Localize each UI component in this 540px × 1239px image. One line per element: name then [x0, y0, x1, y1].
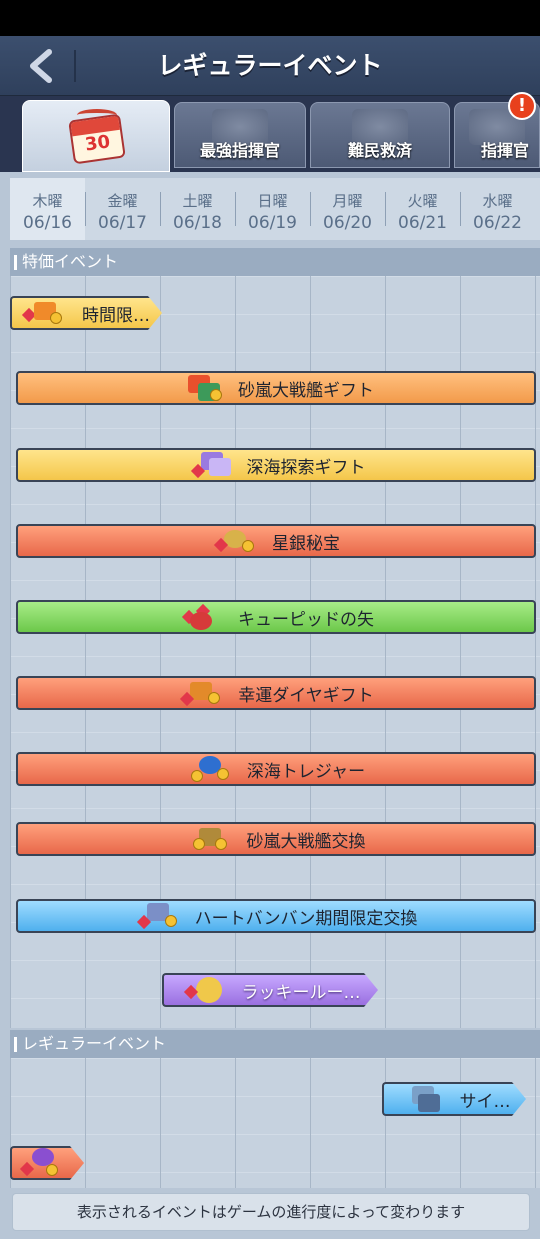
weekday-label: 土曜 — [182, 192, 213, 210]
date-label: 06/21 — [398, 213, 447, 233]
date-label: 06/18 — [173, 213, 222, 233]
date-label: 06/22 — [473, 213, 522, 233]
tab-refugee-relief[interactable]: 難民救済 — [310, 102, 450, 168]
status-bar — [0, 0, 540, 36]
gift-box-icon — [178, 373, 224, 403]
regular-events-grid — [10, 1058, 540, 1188]
weekday-label: 水曜 — [482, 192, 513, 210]
potion-icon — [187, 754, 233, 784]
event-bar-lucky-diamond[interactable]: 幸運ダイヤギフト — [16, 676, 536, 710]
day-column-header[interactable]: 金曜 06/17 — [85, 178, 160, 240]
event-label: 深海トレジャー — [246, 761, 366, 782]
day-column-header[interactable]: 水曜 06/22 — [460, 178, 535, 240]
page-title: レギュラーイベント — [157, 51, 383, 80]
day-column-header[interactable]: 火曜 06/21 — [385, 178, 460, 240]
diamond-gift-icon — [178, 678, 224, 708]
gift-box-icon — [187, 450, 233, 480]
header-divider — [74, 50, 76, 82]
day-column-header[interactable]: 土曜 06/18 — [160, 178, 235, 240]
day-header-row: 木曜 06/16 金曜 06/17 土曜 06/18 日曜 06/19 月曜 0… — [10, 178, 540, 240]
gift-icon — [22, 298, 68, 328]
heart-gift-icon — [178, 602, 224, 632]
chevron-left-icon — [30, 49, 52, 83]
weekday-label: 金曜 — [107, 192, 138, 210]
section-header-regular: レギュラーイベント — [10, 1030, 540, 1058]
event-bar-regular-unlabeled[interactable] — [10, 1146, 84, 1180]
event-bar-cupid-arrow[interactable]: キューピッドの矢 — [16, 600, 536, 634]
date-label: 06/19 — [248, 213, 297, 233]
event-bar-deepsea-treasure[interactable]: 深海トレジャー — [16, 752, 536, 786]
event-label: 幸運ダイヤギフト — [238, 685, 374, 706]
event-bar-lucky-roulette[interactable]: ラッキールー… — [162, 973, 378, 1007]
event-bar-deepsea-gift[interactable]: 深海探索ギフト — [16, 448, 536, 482]
date-label: 06/20 — [323, 213, 372, 233]
tab-label: 難民救済 — [347, 141, 412, 160]
footer-note: 表示されるイベントはゲームの進行度によって変わります — [12, 1193, 530, 1231]
gift-stack-icon — [135, 901, 181, 931]
reward-icon — [18, 1148, 64, 1178]
mech-icon — [400, 1084, 446, 1114]
tab-strongest-commander[interactable]: 最強指揮官 — [174, 102, 306, 168]
tab-label: 最強指揮官 — [199, 141, 280, 160]
event-bar-sandstorm-exchange[interactable]: 砂嵐大戦艦交換 — [16, 822, 536, 856]
tab-calendar[interactable]: 30 — [22, 100, 170, 172]
day-column-header[interactable]: 日曜 06/19 — [235, 178, 310, 240]
event-label: 時間限… — [82, 305, 150, 326]
event-label: サイ… — [459, 1091, 511, 1112]
weekday-label: 火曜 — [407, 192, 438, 210]
tab-label: 指揮官 — [481, 141, 530, 160]
roulette-icon — [182, 975, 228, 1005]
back-button[interactable] — [18, 44, 62, 88]
event-label: ハートバンバン期間限定交換 — [194, 908, 418, 929]
treasure-icon — [212, 526, 258, 556]
event-bar-star-silver[interactable]: 星銀秘宝 — [16, 524, 536, 558]
event-label: 砂嵐大戦艦交換 — [246, 831, 366, 852]
weekday-label: 日曜 — [257, 192, 288, 210]
event-bar-sandstorm-gift[interactable]: 砂嵐大戦艦ギフト — [16, 371, 536, 405]
date-label: 06/16 — [23, 213, 72, 233]
event-label: ラッキールー… — [241, 982, 361, 1003]
calendar-30-icon: 30 — [68, 109, 126, 165]
alert-icon[interactable]: ! — [508, 92, 536, 120]
weekday-label: 木曜 — [32, 192, 63, 210]
event-label: 星銀秘宝 — [272, 533, 340, 554]
tab-bar: 30 最強指揮官 難民救済 指揮官 — [0, 96, 540, 172]
weekday-label: 月曜 — [332, 192, 363, 210]
event-bar-time-limited[interactable]: 時間限… — [10, 296, 162, 330]
date-label: 06/17 — [98, 213, 147, 233]
event-calendar: 木曜 06/16 金曜 06/17 土曜 06/18 日曜 06/19 月曜 0… — [0, 172, 540, 1239]
event-bar-heart-exchange[interactable]: ハートバンバン期間限定交換 — [16, 899, 536, 933]
event-label: 砂嵐大戦艦ギフト — [238, 380, 374, 401]
event-bar-regular-sai[interactable]: サイ… — [382, 1082, 526, 1116]
day-column-header[interactable]: 月曜 06/20 — [310, 178, 385, 240]
day-column-header[interactable]: 木曜 06/16 — [10, 178, 85, 240]
event-label: 深海探索ギフト — [246, 457, 366, 478]
treasure-chest-icon — [187, 824, 233, 854]
event-label: キューピッドの矢 — [238, 609, 374, 630]
section-header-special: 特価イベント — [10, 248, 540, 276]
header: レギュラーイベント — [0, 36, 540, 96]
